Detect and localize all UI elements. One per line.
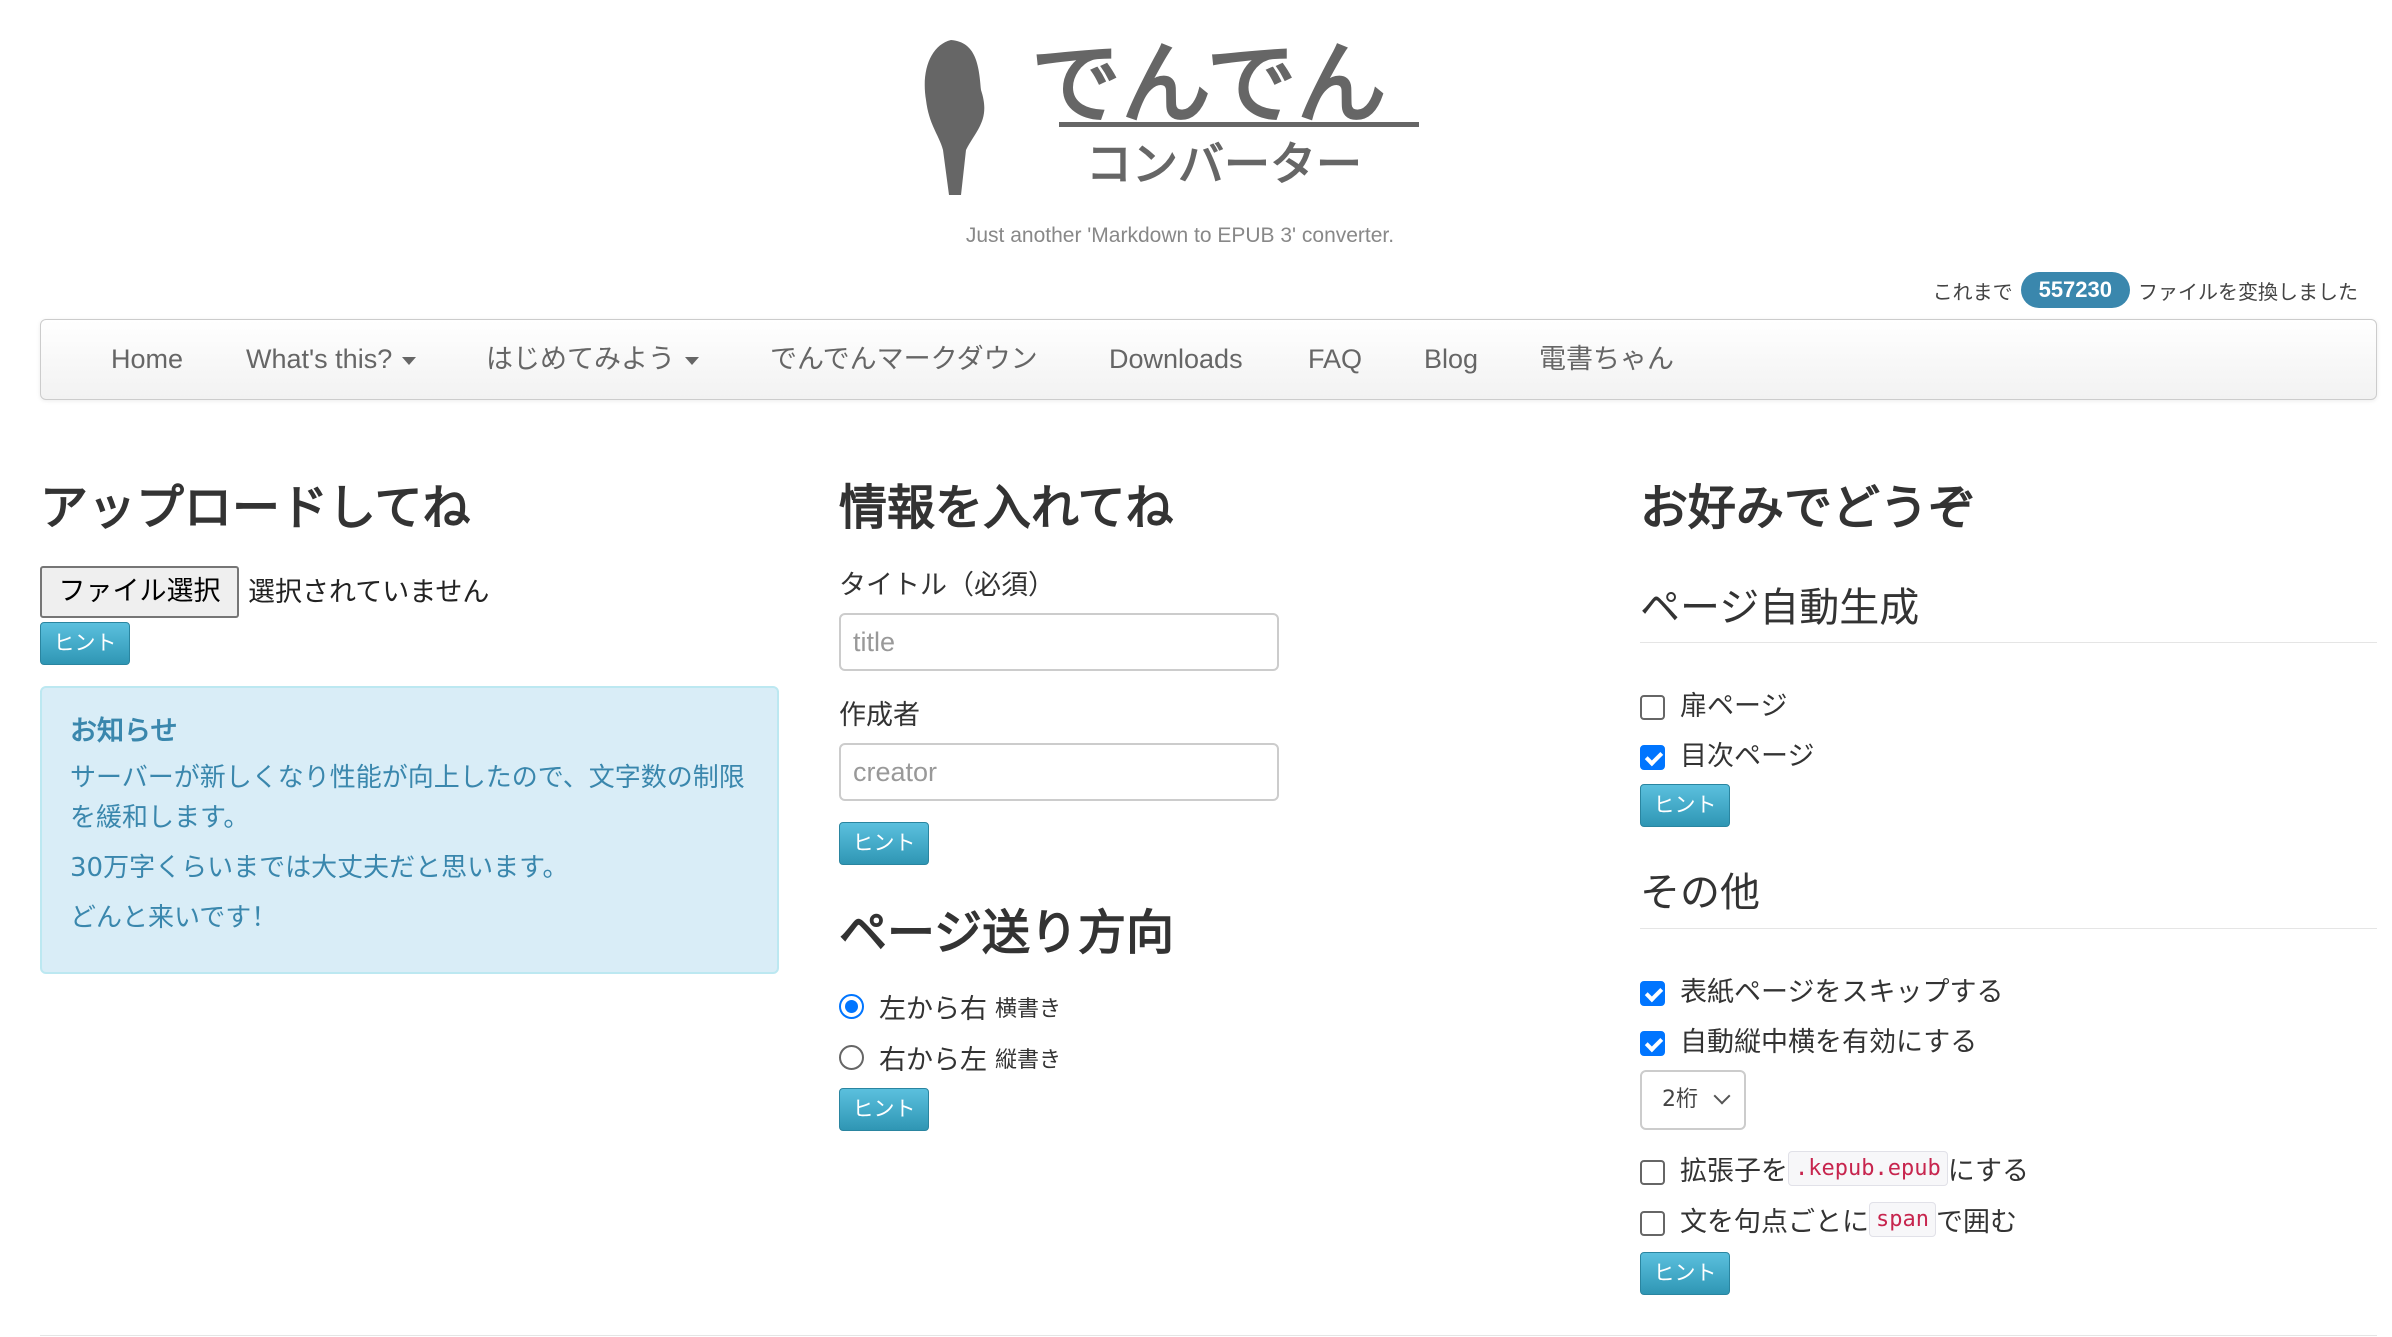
code-kepub: .kepub.epub	[1788, 1151, 1948, 1186]
select-value: 2桁	[1662, 1087, 1698, 1112]
divider	[1640, 642, 2377, 643]
footer-divider	[40, 1335, 2377, 1336]
svg-text:でんでん: でんでん	[1031, 32, 1387, 137]
title-input[interactable]	[839, 613, 1279, 671]
chevron-down-icon	[1713, 1087, 1731, 1105]
checkbox-label: で囲む	[1935, 1207, 2017, 1238]
ltr-radio-row[interactable]: 左から右 横書き	[839, 987, 1061, 1026]
checkbox-label: 拡張子を	[1680, 1156, 1788, 1187]
info-hint-button[interactable]: ヒント	[839, 822, 929, 865]
file-status: 選択されていません	[248, 577, 490, 608]
creator-label: 作成者	[839, 700, 920, 731]
counter-badge: 557230	[2020, 272, 2130, 308]
file-select-button[interactable]: ファイル選択	[40, 566, 239, 618]
info-heading: 情報を入れてね	[839, 480, 1174, 536]
logo: でんでん コンバーター	[924, 32, 1419, 195]
nav-getting-started[interactable]: はじめてみよう	[486, 320, 699, 399]
nav-label: Blog	[1424, 344, 1479, 374]
ltr-label: 左から右	[879, 994, 987, 1025]
toc-page-checkbox[interactable]	[1640, 745, 1665, 770]
kepub-checkbox-row[interactable]: 拡張子を .kepub.epub にする	[1640, 1149, 2029, 1188]
other-hint-button[interactable]: ヒント	[1640, 1252, 1730, 1295]
notice-line: 30万字くらいまでは大丈夫だと思います。	[70, 853, 569, 883]
skip-cover-checkbox[interactable]	[1640, 981, 1665, 1006]
tcy-digits-select[interactable]: 2桁	[1640, 1070, 1746, 1130]
nav-label: Home	[111, 344, 184, 374]
prefs-heading: お好みでどうぞ	[1640, 480, 1977, 536]
nav-denshochan[interactable]: 電書ちゃん	[1539, 320, 1674, 399]
ltr-sub: 横書き	[995, 996, 1062, 1022]
nav-label: 電書ちゃん	[1539, 344, 1674, 374]
direction-hint-button[interactable]: ヒント	[839, 1088, 929, 1131]
ltr-radio[interactable]	[839, 994, 864, 1019]
toc-page-checkbox-row[interactable]: 目次ページ	[1640, 734, 1814, 773]
span-checkbox-row[interactable]: 文を句点ごとに span で囲む	[1640, 1200, 2017, 1239]
direction-heading: ページ送り方向	[839, 905, 1175, 961]
autogen-hint-button[interactable]: ヒント	[1640, 784, 1730, 827]
caret-down-icon	[402, 356, 417, 365]
nav-label: FAQ	[1308, 344, 1363, 374]
span-checkbox[interactable]	[1640, 1211, 1665, 1236]
tcy-checkbox[interactable]	[1640, 1031, 1665, 1056]
rtl-radio-row[interactable]: 右から左 縦書き	[839, 1038, 1061, 1077]
divider	[1640, 928, 2377, 929]
nav-label: What's this?	[246, 344, 393, 374]
caret-down-icon	[685, 356, 699, 365]
navbar: Home What's this? はじめてみよう でんでんマークダウン Dow…	[40, 319, 2377, 400]
counter-prefix: これまで	[1932, 279, 2013, 304]
rtl-sub: 縦書き	[995, 1047, 1062, 1073]
nav-home[interactable]: Home	[111, 320, 183, 399]
nav-denden-markdown[interactable]: でんでんマークダウン	[770, 320, 1038, 399]
rtl-radio[interactable]	[839, 1045, 864, 1070]
checkbox-label: にする	[1947, 1156, 2029, 1187]
kepub-checkbox[interactable]	[1640, 1160, 1665, 1185]
title-page-checkbox[interactable]	[1640, 695, 1665, 720]
notice-line: サーバーが新しくなり性能が向上したので、文字数の制限を緩和します。	[70, 763, 745, 833]
other-heading: その他	[1640, 870, 1760, 916]
notice-alert: お知らせ サーバーが新しくなり性能が向上したので、文字数の制限を緩和します。 3…	[40, 686, 779, 974]
checkbox-label: 文を句点ごとに	[1680, 1207, 1869, 1238]
nav-downloads[interactable]: Downloads	[1109, 320, 1243, 399]
nav-faq[interactable]: FAQ	[1308, 320, 1362, 399]
title-label: タイトル（必須）	[839, 570, 1055, 601]
nav-label: でんでんマークダウン	[770, 344, 1038, 374]
checkbox-label: 扉ページ	[1680, 691, 1788, 722]
nav-label: はじめてみよう	[486, 344, 675, 374]
upload-heading: アップロードしてね	[40, 480, 471, 536]
conversion-counter: これまで 557230 ファイルを変換しました	[1933, 272, 2358, 308]
notice-line: どんと来いです！	[70, 903, 278, 933]
tcy-checkbox-row[interactable]: 自動縦中横を有効にする	[1640, 1020, 1977, 1059]
autogen-heading: ページ自動生成	[1640, 585, 1920, 631]
notice-title: お知らせ	[70, 716, 178, 747]
rtl-label: 右から左	[879, 1045, 987, 1076]
checkbox-label: 目次ページ	[1680, 741, 1815, 772]
skip-cover-checkbox-row[interactable]: 表紙ページをスキップする	[1640, 970, 2003, 1009]
upload-hint-button[interactable]: ヒント	[40, 622, 130, 665]
creator-input[interactable]	[839, 743, 1279, 801]
checkbox-label: 自動縦中横を有効にする	[1680, 1027, 1978, 1058]
nav-whats-this[interactable]: What's this?	[246, 320, 417, 399]
svg-text:コンバーター: コンバーター	[1086, 137, 1362, 191]
checkbox-label: 表紙ページをスキップする	[1680, 977, 2004, 1008]
title-page-checkbox-row[interactable]: 扉ページ	[1640, 684, 1787, 723]
nav-blog[interactable]: Blog	[1424, 320, 1478, 399]
tagline: Just another 'Markdown to EPUB 3' conver…	[965, 224, 1395, 247]
code-span: span	[1869, 1202, 1936, 1237]
counter-suffix: ファイルを変換しました	[2138, 279, 2358, 304]
nav-label: Downloads	[1109, 344, 1243, 374]
